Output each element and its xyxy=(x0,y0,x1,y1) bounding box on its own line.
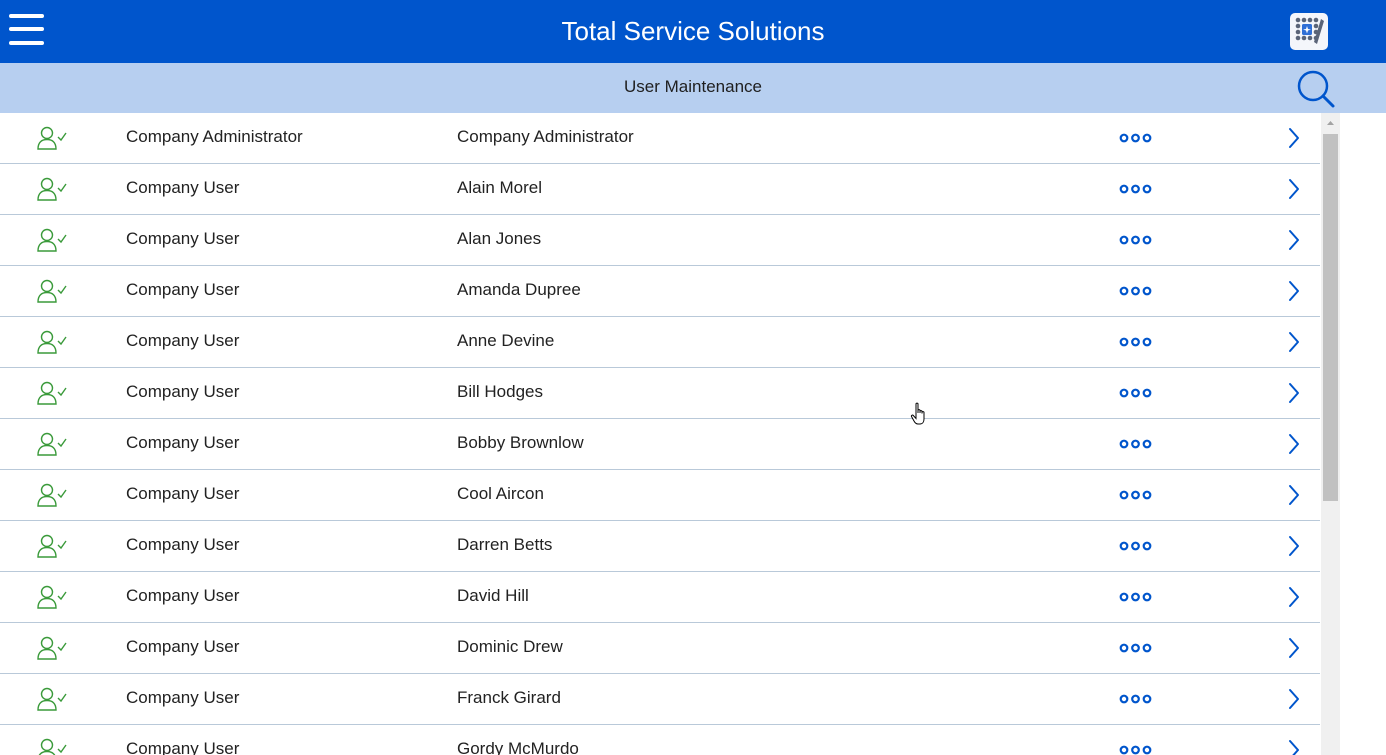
more-options-icon[interactable] xyxy=(1116,332,1156,352)
user-row[interactable]: Company User Bill Hodges xyxy=(0,368,1320,419)
user-row[interactable]: Company User Gordy McMurdo xyxy=(0,725,1320,755)
user-role: Company User xyxy=(126,433,240,452)
user-name: Alan Jones xyxy=(457,229,542,248)
user-check-icon xyxy=(37,125,69,151)
sub-header: User Maintenance xyxy=(0,63,1386,113)
more-options-icon[interactable] xyxy=(1116,281,1156,301)
user-check-icon xyxy=(37,278,69,304)
chevron-right-icon[interactable] xyxy=(1286,484,1302,506)
app-grid-logo-icon[interactable] xyxy=(1290,13,1328,50)
user-role: Company Administrator xyxy=(126,127,303,146)
user-role: Company User xyxy=(126,280,240,299)
user-role: Company User xyxy=(126,688,240,707)
user-role: Company User xyxy=(126,739,240,755)
user-name: Bill Hodges xyxy=(457,382,543,401)
user-check-icon xyxy=(37,737,69,755)
user-row[interactable]: Company Administrator Company Administra… xyxy=(0,113,1320,164)
chevron-right-icon[interactable] xyxy=(1286,739,1302,755)
user-role: Company User xyxy=(126,484,240,503)
user-row[interactable]: Company User Franck Girard xyxy=(0,674,1320,725)
user-row[interactable]: Company User Darren Betts xyxy=(0,521,1320,572)
more-options-icon[interactable] xyxy=(1116,689,1156,709)
chevron-right-icon[interactable] xyxy=(1286,433,1302,455)
page-title: User Maintenance xyxy=(624,77,762,96)
more-options-icon[interactable] xyxy=(1116,179,1156,199)
user-row[interactable]: Company User Alan Jones xyxy=(0,215,1320,266)
user-check-icon xyxy=(37,176,69,202)
app-title: Total Service Solutions xyxy=(561,16,825,46)
more-options-icon[interactable] xyxy=(1116,485,1156,505)
user-name: Amanda Dupree xyxy=(457,280,581,299)
user-check-icon xyxy=(37,482,69,508)
user-row[interactable]: Company User Amanda Dupree xyxy=(0,266,1320,317)
chevron-right-icon[interactable] xyxy=(1286,586,1302,608)
user-row[interactable]: Company User Dominic Drew xyxy=(0,623,1320,674)
user-name: Cool Aircon xyxy=(457,484,544,503)
user-row[interactable]: Company User Bobby Brownlow xyxy=(0,419,1320,470)
user-role: Company User xyxy=(126,382,240,401)
user-row[interactable]: Company User David Hill xyxy=(0,572,1320,623)
more-options-icon[interactable] xyxy=(1116,230,1156,250)
user-name: Company Administrator xyxy=(457,127,634,146)
scroll-thumb[interactable] xyxy=(1323,134,1338,501)
user-role: Company User xyxy=(126,535,240,554)
user-check-icon xyxy=(37,227,69,253)
chevron-right-icon[interactable] xyxy=(1286,688,1302,710)
more-options-icon[interactable] xyxy=(1116,638,1156,658)
user-check-icon xyxy=(37,533,69,559)
user-check-icon xyxy=(37,635,69,661)
scrollbar[interactable] xyxy=(1321,113,1340,755)
more-options-icon[interactable] xyxy=(1116,128,1156,148)
chevron-right-icon[interactable] xyxy=(1286,178,1302,200)
chevron-right-icon[interactable] xyxy=(1286,535,1302,557)
user-name: Bobby Brownlow xyxy=(457,433,584,452)
top-bar: Total Service Solutions xyxy=(0,0,1386,63)
user-name: Franck Girard xyxy=(457,688,561,707)
more-options-icon[interactable] xyxy=(1116,383,1156,403)
user-role: Company User xyxy=(126,586,240,605)
hand-pointer-cursor-icon xyxy=(910,402,930,428)
user-check-icon xyxy=(37,329,69,355)
user-row[interactable]: Company User Cool Aircon xyxy=(0,470,1320,521)
user-name: David Hill xyxy=(457,586,529,605)
more-options-icon[interactable] xyxy=(1116,536,1156,556)
chevron-right-icon[interactable] xyxy=(1286,229,1302,251)
more-options-icon[interactable] xyxy=(1116,587,1156,607)
more-options-icon[interactable] xyxy=(1116,740,1156,755)
user-role: Company User xyxy=(126,331,240,350)
user-role: Company User xyxy=(126,637,240,656)
user-row[interactable]: Company User Alain Morel xyxy=(0,164,1320,215)
search-icon[interactable] xyxy=(1296,69,1336,109)
more-options-icon[interactable] xyxy=(1116,434,1156,454)
user-row[interactable]: Company User Anne Devine xyxy=(0,317,1320,368)
user-name: Dominic Drew xyxy=(457,637,563,656)
scroll-up-arrow-icon[interactable] xyxy=(1321,113,1340,133)
user-check-icon xyxy=(37,584,69,610)
user-role: Company User xyxy=(126,229,240,248)
chevron-right-icon[interactable] xyxy=(1286,637,1302,659)
user-check-icon xyxy=(37,380,69,406)
user-name: Alain Morel xyxy=(457,178,543,197)
chevron-right-icon[interactable] xyxy=(1286,280,1302,302)
user-name: Anne Devine xyxy=(457,331,555,350)
user-list: Company Administrator Company Administra… xyxy=(0,113,1320,755)
user-check-icon xyxy=(37,686,69,712)
chevron-right-icon[interactable] xyxy=(1286,382,1302,404)
chevron-right-icon[interactable] xyxy=(1286,127,1302,149)
chevron-right-icon[interactable] xyxy=(1286,331,1302,353)
user-name: Gordy McMurdo xyxy=(457,739,579,755)
user-role: Company User xyxy=(126,178,240,197)
user-check-icon xyxy=(37,431,69,457)
user-name: Darren Betts xyxy=(457,535,553,554)
